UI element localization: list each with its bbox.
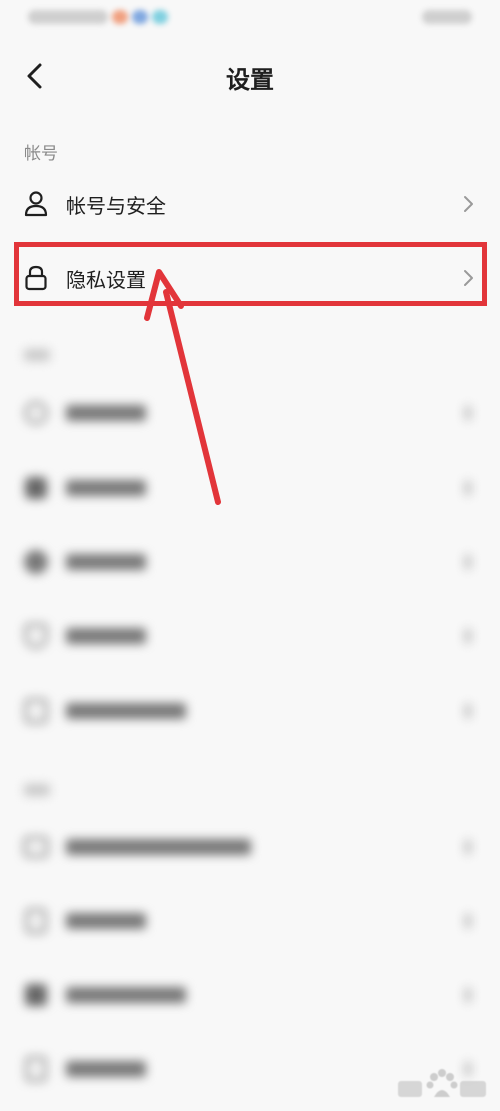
chevron-right-icon	[460, 403, 476, 423]
blurred-icon	[22, 1055, 50, 1083]
status-notification-icon	[132, 10, 148, 24]
blurred-icon	[22, 907, 50, 935]
settings-item-blurred[interactable]	[0, 676, 500, 746]
status-notification-icon	[152, 10, 168, 24]
settings-item-label	[66, 480, 146, 496]
settings-item-blurred[interactable]	[0, 886, 500, 956]
person-icon	[22, 190, 50, 218]
status-time	[28, 10, 108, 24]
settings-item-blurred[interactable]	[0, 960, 500, 1030]
settings-item-blurred[interactable]	[0, 378, 500, 448]
chevron-right-icon	[460, 552, 476, 572]
annotation-highlight-box	[14, 242, 487, 306]
status-bar	[0, 0, 500, 36]
chevron-right-icon	[460, 911, 476, 931]
header: 设置	[0, 40, 500, 110]
blurred-icon	[22, 697, 50, 725]
settings-item-blurred[interactable]	[0, 527, 500, 597]
blurred-icon	[22, 474, 50, 502]
settings-item-blurred[interactable]	[0, 812, 500, 882]
status-notification-icon	[112, 10, 128, 24]
settings-item-label	[66, 628, 146, 644]
settings-item-label	[66, 703, 186, 719]
chevron-right-icon	[460, 626, 476, 646]
watermark-logo	[390, 1065, 490, 1105]
settings-item-account-security[interactable]: 帐号与安全	[0, 169, 500, 239]
settings-item-label: 帐号与安全	[66, 193, 166, 218]
blurred-icon	[22, 981, 50, 1009]
section-label-account: 帐号	[24, 144, 58, 164]
chevron-right-icon	[460, 701, 476, 721]
blurred-icon	[22, 622, 50, 650]
section-label-blurred	[24, 784, 50, 796]
page-title: 设置	[226, 66, 274, 94]
chevron-right-icon	[460, 478, 476, 498]
blurred-icon	[22, 399, 50, 427]
status-battery	[422, 10, 472, 24]
blurred-icon	[22, 548, 50, 576]
chevron-right-icon	[460, 985, 476, 1005]
settings-item-label	[66, 839, 251, 855]
settings-item-blurred[interactable]	[0, 453, 500, 523]
settings-item-label	[66, 987, 186, 1003]
settings-item-label	[66, 405, 146, 421]
settings-item-label	[66, 913, 146, 929]
blurred-icon	[22, 833, 50, 861]
settings-item-label	[66, 1061, 146, 1077]
settings-item-blurred[interactable]	[0, 601, 500, 671]
section-label-blurred	[24, 349, 50, 361]
settings-item-label	[66, 554, 146, 570]
chevron-right-icon	[460, 837, 476, 857]
chevron-right-icon	[460, 194, 476, 214]
